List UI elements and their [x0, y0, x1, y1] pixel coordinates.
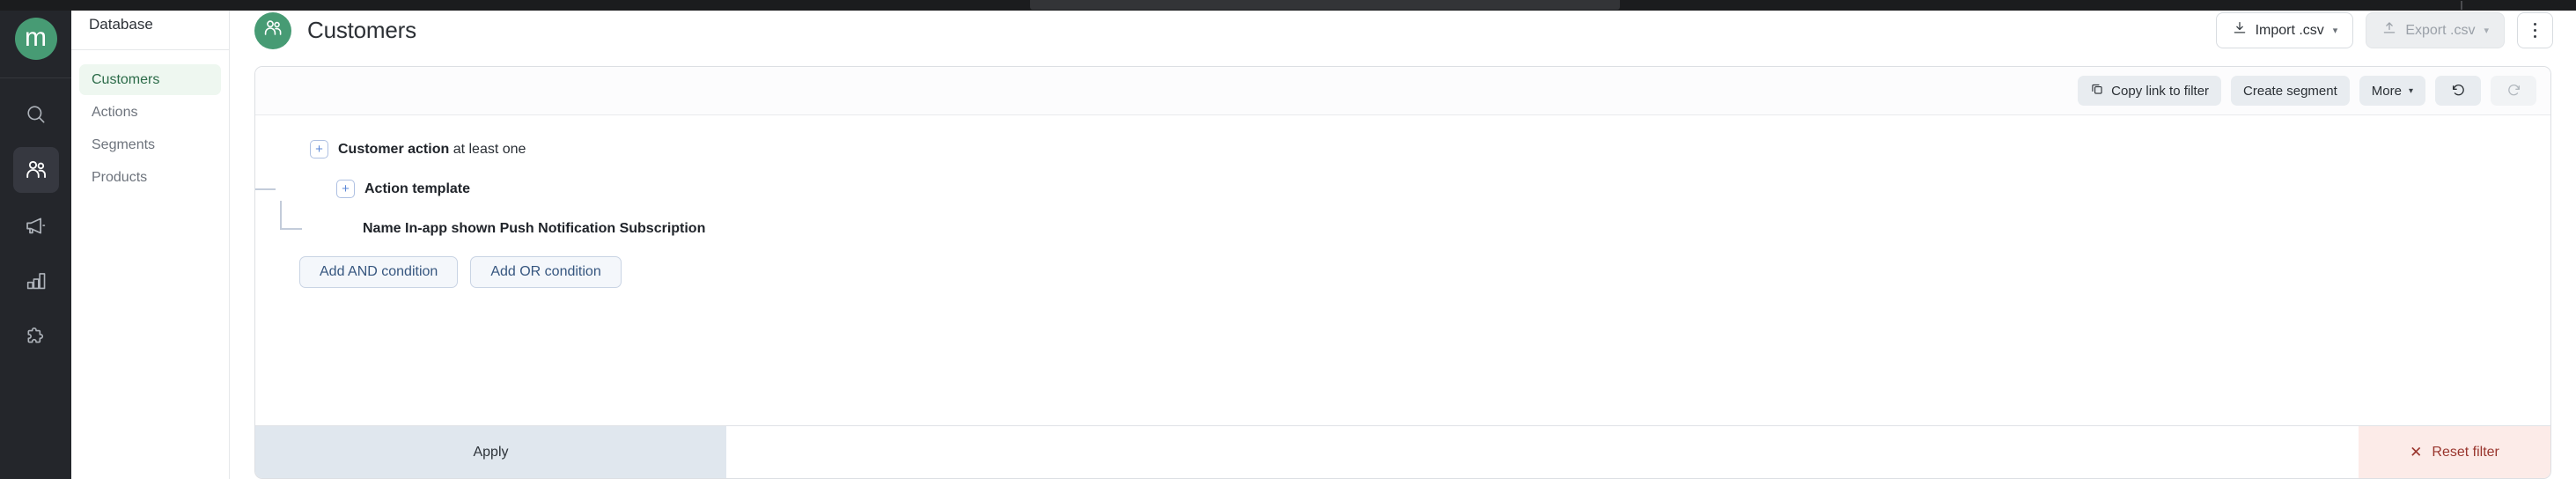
- chevron-down-icon: ▾: [2484, 26, 2489, 36]
- sidebar-item-actions[interactable]: Actions: [79, 97, 221, 128]
- upload-icon: [2381, 20, 2397, 41]
- reset-filter-button[interactable]: ✕ Reset filter: [2359, 426, 2550, 478]
- expand-plus-icon[interactable]: +: [310, 140, 328, 158]
- campaigns-icon: [24, 214, 48, 238]
- copy-link-label: Copy link to filter: [2111, 83, 2210, 99]
- apply-button[interactable]: Apply: [255, 426, 726, 478]
- kebab-menu-icon: [2533, 22, 2537, 39]
- import-csv-label: Import .csv: [2255, 22, 2324, 38]
- sidebar-item-products[interactable]: Products: [79, 162, 221, 193]
- header-actions: Import .csv ▾ Export .csv ▾: [2215, 12, 2553, 48]
- browser-chrome-strip: [0, 0, 2576, 11]
- condition-node-text: Customer action at least one: [338, 142, 526, 158]
- rail-item-list: [12, 78, 59, 359]
- condition-node-text: Name In-app shown Push Notification Subs…: [363, 221, 705, 237]
- app-logo[interactable]: m: [0, 0, 71, 78]
- tree-line-node2-vertical: [280, 201, 282, 229]
- customers-icon: [24, 158, 48, 182]
- page-header-avatar: [254, 11, 291, 49]
- condition-node-light: at least one: [449, 141, 526, 157]
- more-dropdown-button[interactable]: More ▾: [2359, 76, 2425, 106]
- sidebar-item-label: Segments: [92, 136, 156, 152]
- sidebar-item-label: Customers: [92, 71, 160, 87]
- search-icon: [25, 103, 48, 126]
- tree-line-node1-to-node2: [255, 188, 276, 190]
- filter-footer: Apply ✕ Reset filter: [255, 425, 2550, 478]
- browser-tab[interactable]: [1030, 0, 1620, 10]
- condition-node-bold: Action template: [364, 181, 471, 196]
- chevron-down-icon: ▾: [2408, 85, 2413, 96]
- filter-card-wrapper: Copy link to filter Create segment More …: [230, 61, 2576, 479]
- tree-line-node2-to-node3: [280, 228, 302, 230]
- main-content: Customers Import .csv ▾ Export .csv ▾ Co…: [230, 0, 2576, 479]
- condition-node-name-value[interactable]: Name In-app shown Push Notification Subs…: [363, 214, 2550, 243]
- expand-plus-icon[interactable]: +: [336, 180, 355, 198]
- redo-icon: [2506, 81, 2522, 101]
- redo-button[interactable]: [2491, 76, 2536, 106]
- copy-icon: [2090, 82, 2104, 99]
- sidebar-nav-list: Customers Actions Segments Products: [71, 50, 229, 195]
- sidebar-item-segments[interactable]: Segments: [79, 129, 221, 160]
- browser-chrome-divider: [2461, 1, 2462, 10]
- condition-node-action-template[interactable]: + Action template: [336, 174, 2550, 203]
- rail-item-integrations[interactable]: [13, 313, 59, 359]
- rail-item-analytics[interactable]: [13, 258, 59, 304]
- icon-rail: m: [0, 0, 71, 479]
- chevron-down-icon: ▾: [2332, 26, 2338, 36]
- tree-line-node1-vertical: [254, 161, 255, 189]
- close-icon: ✕: [2410, 444, 2423, 461]
- undo-icon: [2450, 81, 2467, 101]
- download-icon: [2232, 20, 2248, 41]
- condition-tree: + Customer action at least one + Action …: [255, 135, 2550, 288]
- filter-card: Copy link to filter Create segment More …: [254, 66, 2551, 479]
- more-label: More: [2371, 83, 2402, 99]
- puzzle-icon: [25, 325, 48, 348]
- condition-node-customer-action[interactable]: + Customer action at least one: [310, 135, 2550, 164]
- secondary-sidebar: Database Customers Actions Segments Prod…: [71, 0, 230, 479]
- sidebar-item-label: Actions: [92, 104, 138, 120]
- undo-button[interactable]: [2435, 76, 2481, 106]
- app-root: m Database Customers Actions Segments Pr…: [0, 0, 2576, 479]
- export-csv-label: Export .csv: [2405, 22, 2476, 38]
- export-csv-button[interactable]: Export .csv ▾: [2366, 12, 2505, 48]
- analytics-icon: [25, 269, 48, 292]
- sidebar-item-customers[interactable]: Customers: [79, 64, 221, 95]
- condition-node-bold: Customer action: [338, 141, 450, 157]
- sidebar-item-label: Products: [92, 169, 148, 185]
- customers-icon: [262, 18, 283, 43]
- more-options-button[interactable]: [2517, 12, 2553, 48]
- add-or-condition-button[interactable]: Add OR condition: [470, 256, 622, 288]
- create-segment-button[interactable]: Create segment: [2231, 76, 2350, 106]
- footer-spacer: [726, 426, 2359, 478]
- import-csv-button[interactable]: Import .csv ▾: [2215, 12, 2354, 48]
- condition-node-bold: Name In-app shown Push Notification Subs…: [363, 220, 706, 236]
- rail-item-campaigns[interactable]: [13, 203, 59, 248]
- rail-item-search[interactable]: [13, 92, 59, 137]
- filter-toolbar: Copy link to filter Create segment More …: [255, 67, 2550, 115]
- condition-node-text: Action template: [364, 181, 470, 197]
- add-condition-row: Add AND condition Add OR condition: [299, 256, 2550, 288]
- rail-item-customers[interactable]: [12, 147, 59, 193]
- sidebar-title: Database: [89, 16, 153, 33]
- filter-body: + Customer action at least one + Action …: [255, 115, 2550, 425]
- reset-filter-label: Reset filter: [2432, 444, 2499, 460]
- add-and-condition-button[interactable]: Add AND condition: [299, 256, 459, 288]
- create-segment-label: Create segment: [2243, 83, 2337, 99]
- page-title: Customers: [307, 17, 416, 43]
- app-logo-letter: m: [14, 18, 57, 60]
- copy-link-to-filter-button[interactable]: Copy link to filter: [2078, 76, 2222, 106]
